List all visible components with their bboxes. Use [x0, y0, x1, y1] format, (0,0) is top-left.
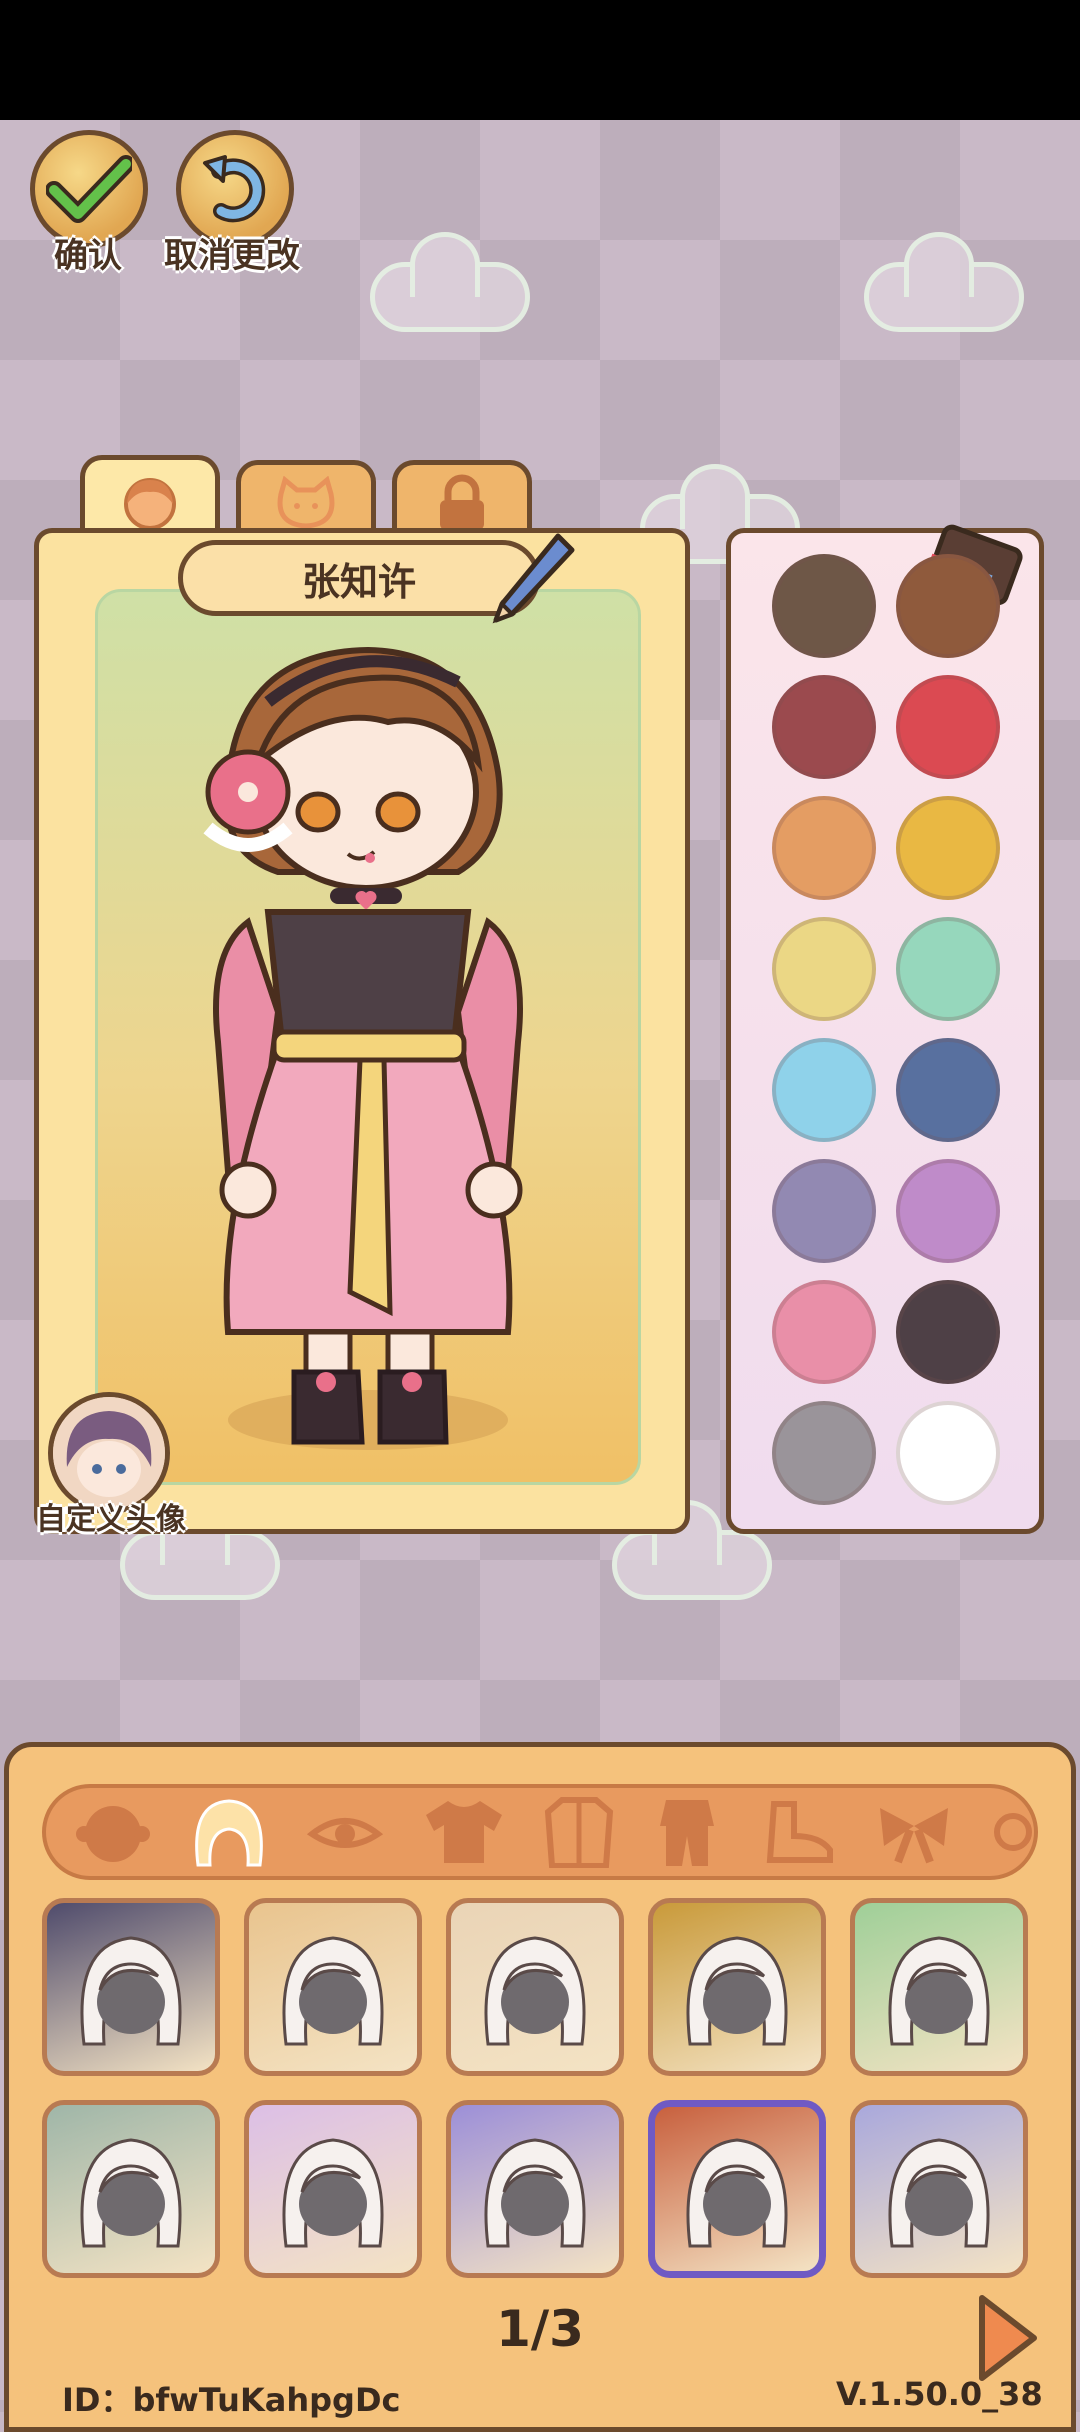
color-swatch[interactable] [772, 554, 876, 658]
character-preview-panel [34, 528, 690, 1534]
confirm-label: 确认 [54, 236, 122, 276]
category-bar [42, 1784, 1038, 1880]
hair-preview-icon [888, 2138, 990, 2248]
color-swatch[interactable] [896, 1038, 1000, 1142]
hair-style-tile[interactable] [850, 1898, 1028, 2076]
color-swatch[interactable] [772, 675, 876, 779]
cat-face-icon [277, 475, 335, 529]
hair-icon[interactable] [190, 1797, 268, 1867]
undo-arrow-icon [203, 155, 266, 223]
undo-changes-label: 取消更改 [164, 236, 300, 276]
cloud-decoration [120, 1500, 280, 1600]
cloud-decoration [370, 232, 530, 332]
player-id: ID：bfwTuKahpgDc [62, 2381, 401, 2419]
status-bar [0, 0, 1080, 120]
app-version: V.1.50.0_38 [836, 2375, 1043, 2413]
color-swatch[interactable] [772, 796, 876, 900]
hair-preview-icon [80, 2138, 182, 2248]
color-swatch[interactable] [772, 917, 876, 1021]
hair-style-tile[interactable] [648, 1898, 826, 2076]
color-swatch[interactable] [896, 1159, 1000, 1263]
eye-icon[interactable] [306, 1797, 384, 1867]
page-indicator: 1/3 [496, 2300, 584, 2358]
bow-icon[interactable] [874, 1797, 954, 1867]
checkmark-icon [46, 155, 132, 223]
accessory-icon[interactable] [992, 1797, 1034, 1867]
next-page-arrow-icon[interactable] [974, 2292, 1040, 2384]
hair-style-tile[interactable] [42, 2100, 220, 2278]
hair-style-tile[interactable] [648, 2100, 826, 2278]
color-swatch[interactable] [896, 675, 1000, 779]
avatar-portrait [53, 1397, 165, 1509]
color-swatch[interactable] [772, 1401, 876, 1505]
hair-preview-icon [282, 2138, 384, 2248]
hair-preview-icon [484, 2138, 586, 2248]
hair-preview-icon [686, 2138, 788, 2248]
color-swatch[interactable] [896, 917, 1000, 1021]
color-swatch[interactable] [896, 1401, 1000, 1505]
shirt-icon[interactable] [422, 1797, 506, 1867]
hair-style-tile[interactable] [850, 2100, 1028, 2278]
face-icon[interactable] [74, 1797, 152, 1867]
lock-icon [440, 474, 484, 530]
color-swatch[interactable] [772, 1280, 876, 1384]
character-name: 张知许 [301, 559, 416, 604]
character-stage [95, 589, 641, 1485]
outfit-icon[interactable] [652, 1797, 722, 1867]
girl-face-icon [124, 477, 176, 530]
character-figure[interactable] [98, 592, 638, 1482]
hair-style-tile[interactable] [244, 2100, 422, 2278]
hair-style-tile[interactable] [446, 2100, 624, 2278]
cloud-decoration [612, 1500, 772, 1600]
hair-style-tile[interactable] [244, 1898, 422, 2076]
character-name-plate[interactable]: 张知许 [178, 540, 540, 616]
color-swatch[interactable] [896, 796, 1000, 900]
shoe-icon[interactable] [760, 1797, 836, 1867]
hair-style-tile[interactable] [446, 1898, 624, 2076]
coat-icon[interactable] [544, 1797, 614, 1868]
color-swatch[interactable] [896, 1280, 1000, 1384]
hair-preview-icon [80, 1936, 182, 2046]
hair-preview-icon [282, 1936, 384, 2046]
color-swatch[interactable] [772, 1038, 876, 1142]
hair-preview-icon [888, 1936, 990, 2046]
custom-avatar-label: 自定义头像 [36, 1502, 186, 1537]
color-swatch[interactable] [772, 1159, 876, 1263]
cloud-decoration [864, 232, 1024, 332]
color-swatch[interactable] [896, 554, 1000, 658]
color-palette-panel [726, 528, 1044, 1534]
hair-preview-icon [484, 1936, 586, 2046]
hair-style-tile[interactable] [42, 1898, 220, 2076]
pencil-edit-icon[interactable] [488, 528, 578, 628]
hair-preview-icon [686, 1936, 788, 2046]
